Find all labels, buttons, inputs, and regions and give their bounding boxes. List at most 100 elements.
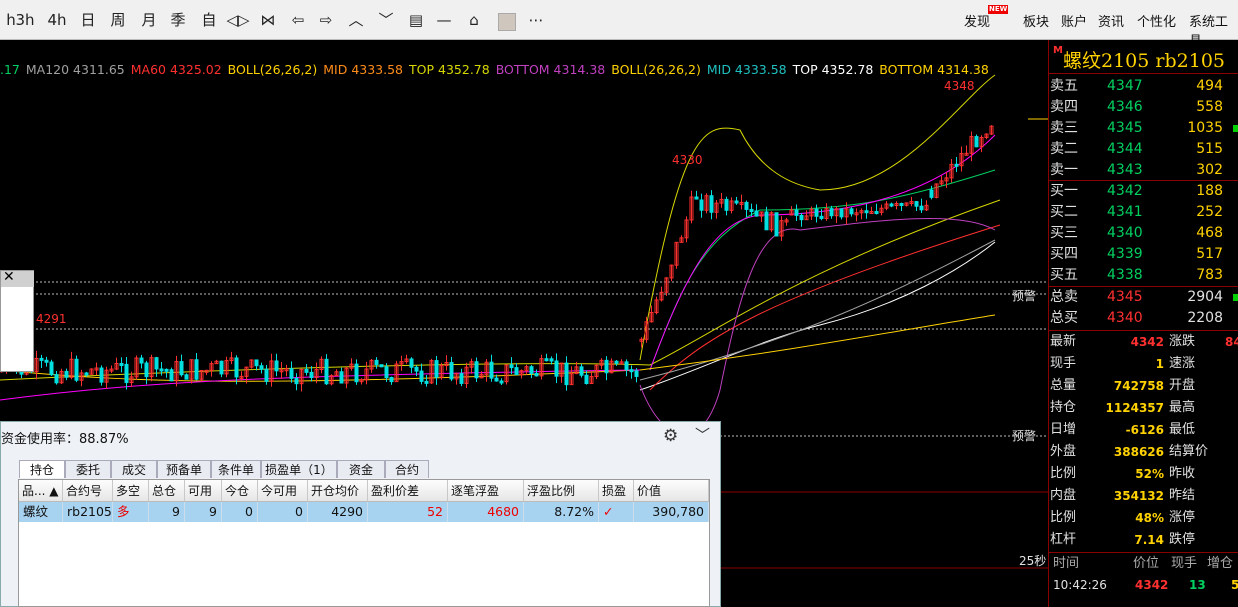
layout-icon[interactable]: ▤ [404,9,428,31]
table-cell[interactable]: 9 [149,502,185,522]
menu-item-4[interactable]: 个性化 [1137,11,1176,30]
stat-row: 比例 52% 昨收 [1049,463,1238,485]
column-header-1[interactable]: 合约号 [63,480,113,502]
column-header-8[interactable]: 盈利价差 [368,480,448,502]
stat-label-2: 昨结 [1169,488,1196,503]
more-icon[interactable]: ⋯ [524,9,548,31]
table-cell[interactable]: 多 [113,502,149,522]
close-icon[interactable]: ✕ [3,269,15,285]
chevron-down-icon[interactable]: ﹀ [695,424,710,445]
tick-header-cell: 价位 [1133,556,1160,571]
dash-icon[interactable]: — [432,9,456,31]
period-7[interactable]: 自 [196,9,222,31]
table-cell[interactable]: ✓ [599,502,634,522]
candle [159,368,164,372]
bids-row[interactable]: 买二 4341 252 [1049,202,1238,223]
column-header-2[interactable]: 多空 [113,480,149,502]
candle [629,369,634,373]
bowtie-icon[interactable]: ⋈ [256,9,280,31]
asks-row[interactable]: 卖四 4346 558 [1049,97,1238,118]
bids-row[interactable]: 买四 4339 517 [1049,244,1238,265]
stat-label-2: 开盘 [1169,378,1196,393]
totals-price: 4345 [1107,289,1143,305]
totals-row[interactable]: 总卖 4345 2904 [1049,287,1238,308]
home-icon[interactable]: ⌂ [462,9,486,31]
period-4[interactable]: 周 [105,9,131,31]
indicator-0: .17 [0,62,20,77]
box-icon[interactable] [498,13,516,31]
asks-row[interactable]: 卖二 4344 515 [1049,139,1238,160]
positions-panel: 资金使用率：88.87% ⚙ ﹀ 持仓 委托 成交 预备单 条件单 损盈单（1） 资金 合约 … [0,421,721,607]
column-header-11[interactable]: 损盈 [599,480,634,502]
candle [254,359,259,367]
asks-label: 卖三 [1050,120,1078,136]
period-3[interactable]: 日 [75,9,101,31]
period-6[interactable]: 季 [165,9,191,31]
stat-row: 最新 4342 涨跌 84 [1049,331,1238,353]
totals-row[interactable]: 总买 4340 2208 [1049,308,1238,329]
column-header-9[interactable]: 逐笔浮盈 [448,480,524,502]
column-header-0[interactable]: 品... ▲ [19,480,63,502]
tab-3[interactable]: 预备单 [157,460,211,478]
candle [724,198,729,211]
column-header-3[interactable]: 总仓 [149,480,185,502]
table-cell[interactable]: 螺纹 [19,502,63,522]
tab-1[interactable]: 委托 [65,460,111,478]
menu-item-3[interactable]: 资讯 [1098,11,1124,30]
step-left-icon[interactable]: ◁▷ [226,9,250,31]
period-2[interactable]: 4h [44,9,70,31]
volume-bar [1233,125,1238,132]
chevron-up-icon[interactable]: ︿ [344,9,368,31]
indicator-3: BOLL(26,26,2) [227,62,318,77]
column-header-5[interactable]: 今仓 [222,480,258,502]
bids-label: 买五 [1050,267,1078,283]
candle [154,357,159,370]
asks-row[interactable]: 卖三 4345 1035 [1049,118,1238,139]
tab-5[interactable]: 损盈单（1） [261,460,337,478]
tab-2[interactable]: 成交 [111,460,157,478]
bids-label: 买四 [1050,246,1078,262]
candle [614,360,619,364]
menu-item-1[interactable]: 板块 [1023,11,1049,30]
menu-item-2[interactable]: 账户 [1061,11,1087,30]
candle [819,215,824,219]
indicator-10: BOTTOM 4314.38 [879,62,989,77]
asks-row[interactable]: 卖一 4343 302 [1049,160,1238,181]
tab-6[interactable]: 资金 [337,460,385,478]
candle [604,359,609,374]
bids-row[interactable]: 买五 4338 783 [1049,265,1238,286]
column-header-10[interactable]: 浮盈比例 [524,480,599,502]
table-cell[interactable]: 0 [222,502,258,522]
table-cell[interactable]: 390,780 [634,502,709,522]
tab-0[interactable]: 持仓 [19,460,65,478]
table-cell[interactable]: 52 [368,502,448,522]
column-header-6[interactable]: 今可用 [258,480,308,502]
tab-4[interactable]: 条件单 [211,460,261,478]
table-cell[interactable]: 4680 [448,502,524,522]
column-header-7[interactable]: 开仓均价 [308,480,368,502]
candle [974,136,979,148]
table-cell[interactable]: 4290 [308,502,368,522]
bids-row[interactable]: 买三 4340 468 [1049,223,1238,244]
period-5[interactable]: 月 [136,9,162,31]
arrow-left-icon[interactable]: ⇦ [286,9,310,31]
indicator-2: MA60 4325.02 [130,62,222,77]
table-cell[interactable]: 8.72% [524,502,599,522]
table-cell[interactable]: 0 [258,502,308,522]
candle [379,364,384,368]
candle [509,364,514,369]
arrow-right-icon[interactable]: ⇨ [314,9,338,31]
column-header-4[interactable]: 可用 [185,480,222,502]
asks-row[interactable]: 卖五 4347 494 [1049,76,1238,97]
column-header-12[interactable]: 价值 [634,480,709,502]
table-cell[interactable]: 9 [185,502,222,522]
candle [544,358,549,362]
gear-icon[interactable]: ⚙ [663,426,678,446]
table-cell[interactable]: rb2105 [63,502,113,522]
bids-row[interactable]: 买一 4342 188 [1049,181,1238,202]
chevron-down-icon[interactable]: ﹀ [374,9,398,31]
menu-item-0[interactable]: 发现 NEW [964,5,1009,30]
period-1[interactable]: 3h [12,9,38,31]
candle [124,363,129,384]
tab-7[interactable]: 合约 [385,460,429,478]
